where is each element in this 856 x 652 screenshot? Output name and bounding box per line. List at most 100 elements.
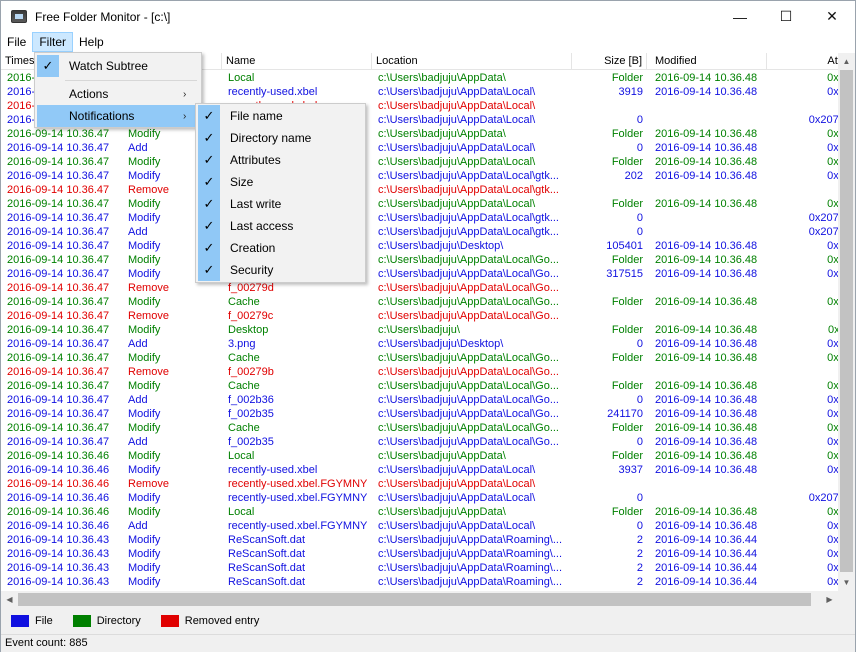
cell-location: c:\Users\badjuju\AppData\Local\Go...	[378, 282, 559, 294]
cell-name: ReScanSoft.dat	[228, 576, 306, 588]
legend-directory-swatch	[72, 615, 91, 627]
table-row[interactable]: 2016-09-14 10.36.47Modifygtk-3.0c:\Users…	[1, 197, 855, 211]
vertical-scroll-thumb[interactable]	[840, 70, 853, 572]
table-row[interactable]: 2016-09-14 10.36.47 Add f_002b35 c:\Users\b…	[1, 435, 855, 449]
table-row[interactable]: 2016-09-14 10.36.47Removebookmarksc:\Use…	[1, 183, 855, 197]
cell-modified: 2016-09-14 10.36.48	[655, 380, 758, 392]
notification-item-size[interactable]: ✓ Size	[198, 171, 363, 193]
cell-location: c:\Users\badjuju\AppData\Local\Go...	[378, 268, 559, 280]
table-row[interactable]: 2016-09-14 10.36.47Modifybookmarksc:\Use…	[1, 169, 855, 183]
cell-location: c:\Users\badjuju\AppData\	[378, 450, 506, 462]
notification-item-directory-name[interactable]: ✓ Directory name	[198, 127, 363, 149]
table-row[interactable]: 2016-09-14 10.36.46 Modify recently-used.x…	[1, 491, 855, 505]
menu-file[interactable]: File	[1, 32, 32, 52]
table-row[interactable]: 2016-09-14 10.36.47Modifybookmarksc:\Use…	[1, 211, 855, 225]
cell-size: 317515	[606, 268, 643, 280]
maximize-button[interactable]: ☐	[763, 1, 809, 32]
cell-location: c:\Users\badjuju\AppData\Local\gtk...	[378, 184, 559, 196]
table-row[interactable]: 2016-09-14 10.36.47ModifyCachec:\Users\b…	[1, 379, 855, 393]
cell-size: 0	[636, 338, 643, 350]
events-table: Timestamp Action Name Location Size [B] …	[1, 53, 855, 591]
table-row[interactable]: 2016-09-14 10.36.43 Modify ReScanSoft.dat c…	[1, 575, 855, 589]
table-row[interactable]: 2016-09-14 10.36.47Addgtk-3.0c:\Users\ba…	[1, 141, 855, 155]
scroll-up-arrow-icon[interactable]: ▲	[838, 53, 855, 70]
table-row[interactable]: 2016-09-14 10.36.46 Add recently-used.xbel…	[1, 519, 855, 533]
table-row[interactable]: 2016-09-14 10.36.43 Modify ReScanSoft.dat c…	[1, 561, 855, 575]
cell-modified: 2016-09-14 10.36.44	[655, 548, 758, 560]
cell-timestamp: 2016-09-14 10.36.47	[7, 128, 110, 140]
table-row[interactable]: 2016-09-14 10.36.46 Modify Local c:\Users\b…	[1, 449, 855, 463]
table-row[interactable]: 2016-09-14 10.36.47Modify1.pngc:\Users\b…	[1, 239, 855, 253]
menu-item-watch-subtree[interactable]: ✓ Watch Subtree	[37, 55, 199, 77]
table-row[interactable]: 2016-09-14 10.36.43 Modify ReScanSoft.dat c…	[1, 547, 855, 561]
cell-size: Folder	[611, 128, 643, 140]
notification-label: Directory name	[230, 131, 312, 145]
cell-location: c:\Users\badjuju\AppData\Local\	[378, 142, 536, 154]
column-header-modified[interactable]: Modified	[647, 53, 767, 70]
column-header-size[interactable]: Size [B]	[572, 53, 647, 70]
table-row[interactable]: 2016-09-14 10.36.47Addbookmarksc:\Users\…	[1, 225, 855, 239]
table-row[interactable]: 2016-09-14 10.36.46 Modify Local c:\Users\b…	[1, 505, 855, 519]
cell-location: c:\Users\badjuju\AppData\Local\Go...	[378, 394, 559, 406]
menu-item-actions[interactable]: Actions ›	[37, 83, 199, 105]
cell-location: c:\Users\badjuju\AppData\Roaming\...	[378, 576, 563, 588]
notification-item-last-access[interactable]: ✓ Last access	[198, 215, 363, 237]
table-body: 2016-09-14 10.36.47 Modify Local c:\Users\b…	[1, 71, 855, 589]
horizontal-scroll-thumb[interactable]	[18, 593, 811, 606]
checkmark-icon: ✓	[198, 193, 220, 215]
cell-name: 3.png	[228, 338, 256, 350]
menu-item-notifications[interactable]: Notifications ›	[37, 105, 199, 127]
table-row[interactable]: 2016-09-14 10.36.47 Remove f_00279c c:\User…	[1, 309, 855, 323]
notification-item-security[interactable]: ✓ Security	[198, 259, 363, 281]
cell-modified	[647, 477, 767, 491]
table-row[interactable]: 2016-09-14 10.36.43 Modify ReScanSoft.dat c…	[1, 533, 855, 547]
table-row[interactable]: 2016-09-14 10.36.47 Modify Desktop c:\Users…	[1, 323, 855, 337]
table-row[interactable]: 2016-09-14 10.36.47 Add 3.png c:\Users\badj…	[1, 337, 855, 351]
column-header-name[interactable]: Name	[222, 53, 372, 70]
notification-item-attributes[interactable]: ✓ Attributes	[198, 149, 363, 171]
scroll-left-arrow-icon[interactable]: ◀	[1, 591, 18, 608]
cell-size: Folder	[611, 72, 643, 84]
table-row[interactable]: 2016-09-14 10.36.47ModifyLocalc:\Users\b…	[1, 127, 855, 141]
table-row[interactable]: 2016-09-14 10.36.47 Remove f_00279d c:\User…	[1, 281, 855, 295]
cell-timestamp: 2016-09-14 10.36.47	[7, 268, 110, 280]
cell-size: 0	[636, 436, 643, 448]
cell-size: 2	[636, 548, 643, 560]
scroll-right-arrow-icon[interactable]: ▶	[821, 591, 838, 608]
table-row[interactable]: 2016-09-14 10.36.46 Modify recently-used.x…	[1, 463, 855, 477]
cell-location: c:\Users\badjuju\AppData\	[378, 128, 506, 140]
notification-label: Size	[230, 175, 254, 189]
menu-help[interactable]: Help	[73, 32, 110, 52]
table-row[interactable]: 2016-09-14 10.36.47 Remove f_00279b c:\User…	[1, 365, 855, 379]
legend-directory: Directory	[72, 615, 141, 627]
menu-filter[interactable]: Filter	[32, 32, 74, 52]
table-row[interactable]: 2016-09-14 10.36.47 Modify f_002b35 c:\User…	[1, 407, 855, 421]
cell-name: ReScanSoft.dat	[228, 534, 306, 546]
cell-timestamp: 2016-09-14 10.36.47	[7, 324, 110, 336]
column-header-location[interactable]: Location	[372, 53, 572, 70]
table-row[interactable]: 2016-09-14 10.36.47Modifygtk-3.0c:\Users…	[1, 155, 855, 169]
notification-item-creation[interactable]: ✓ Creation	[198, 237, 363, 259]
vertical-scrollbar[interactable]: ▲ ▼	[838, 53, 855, 591]
horizontal-scrollbar[interactable]: ◀ ▶	[1, 591, 855, 608]
table-row[interactable]: 2016-09-14 10.36.47ModifyCachec:\Users\b…	[1, 421, 855, 435]
cell-size: 202	[624, 170, 643, 182]
cell-location: c:\Users\badjuju\	[378, 324, 460, 336]
table-row[interactable]: 2016-09-14 10.36.47ModifyCachec:\Users\b…	[1, 351, 855, 365]
table-row[interactable]: 2016-09-14 10.36.47Modifyf_00279dc:\User…	[1, 267, 855, 281]
cell-location: c:\Users\badjuju\AppData\Local\	[378, 198, 536, 210]
table-row[interactable]: 2016-09-14 10.36.47ModifyCachec:\Users\b…	[1, 253, 855, 267]
cell-location: c:\Users\badjuju\AppData\Local\Go...	[378, 436, 559, 448]
empty-check-slot	[37, 105, 59, 127]
scroll-down-arrow-icon[interactable]: ▼	[838, 574, 855, 591]
table-row[interactable]: 2016-09-14 10.36.47 Add f_002b36 c:\Users\b…	[1, 393, 855, 407]
table-row[interactable]: 2016-09-14 10.36.46 Remove recently-used.x…	[1, 477, 855, 491]
event-count: Event count: 885	[5, 637, 88, 649]
cell-action: Modify	[128, 408, 161, 420]
minimize-button[interactable]: —	[717, 1, 763, 32]
close-button[interactable]: ✕	[809, 1, 855, 32]
table-row[interactable]: 2016-09-14 10.36.47ModifyCachec:\Users\b…	[1, 295, 855, 309]
notification-item-last-write[interactable]: ✓ Last write	[198, 193, 363, 215]
notification-item-file-name[interactable]: ✓ File name	[198, 105, 363, 127]
checkmark-icon: ✓	[198, 215, 220, 237]
